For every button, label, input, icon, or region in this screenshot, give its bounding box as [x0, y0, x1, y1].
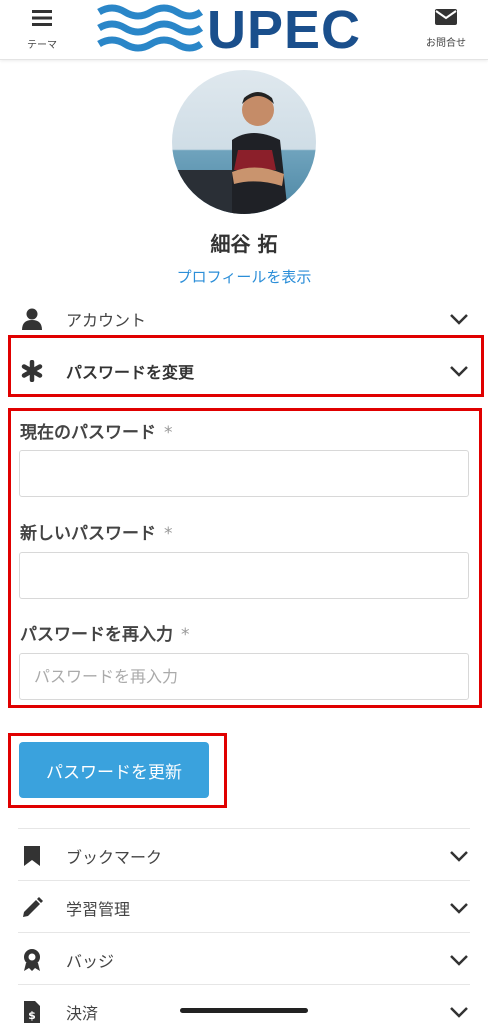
- user-icon: [18, 305, 46, 333]
- account-section-label: アカウント: [66, 311, 147, 330]
- theme-menu-button[interactable]: テーマ: [12, 8, 72, 51]
- bookmark-section-label: ブックマーク: [66, 848, 163, 867]
- badge-section-header[interactable]: バッジ: [18, 938, 470, 982]
- avatar[interactable]: [172, 70, 316, 214]
- payment-section-header[interactable]: $ 決済: [18, 990, 470, 1024]
- chevron-down-icon: [448, 949, 470, 971]
- wave-logo-icon: [97, 4, 203, 52]
- new-password-label: 新しいパスワード *: [20, 524, 173, 544]
- pencil-icon: [18, 894, 46, 922]
- asterisk-icon: [18, 357, 46, 385]
- invoice-dollar-icon: $: [18, 998, 46, 1024]
- home-indicator[interactable]: [180, 1008, 308, 1013]
- hamburger-menu-icon: [32, 10, 52, 26]
- new-password-input[interactable]: [19, 552, 469, 599]
- theme-menu-label: テーマ: [27, 40, 57, 51]
- badge-section-label: バッジ: [66, 952, 115, 971]
- chevron-down-icon: [448, 360, 470, 382]
- contact-button[interactable]: お問合せ: [416, 8, 476, 49]
- required-mark: *: [181, 625, 190, 645]
- bookmark-section-header[interactable]: ブックマーク: [18, 834, 470, 878]
- upec-logo[interactable]: UPEC: [97, 0, 387, 60]
- change-password-section-header[interactable]: パスワードを変更: [18, 349, 470, 393]
- view-profile-link[interactable]: プロフィールを表示: [0, 266, 488, 287]
- bookmark-icon: [18, 842, 46, 870]
- chevron-down-icon: [448, 845, 470, 867]
- required-mark: *: [164, 423, 173, 443]
- avatar-photo: [172, 70, 316, 214]
- svg-text:$: $: [28, 1009, 36, 1022]
- logo-wordmark: UPEC: [207, 0, 362, 60]
- learning-section-header[interactable]: 学習管理: [18, 886, 470, 930]
- divider: [18, 984, 470, 985]
- divider: [18, 932, 470, 933]
- required-mark: *: [164, 524, 173, 544]
- user-name: 細谷 拓: [210, 232, 278, 256]
- change-password-section-label: パスワードを変更: [66, 363, 195, 382]
- chevron-down-icon: [448, 308, 470, 330]
- chevron-down-icon: [448, 1001, 470, 1023]
- divider: [18, 880, 470, 881]
- envelope-icon: [435, 9, 457, 25]
- current-password-input[interactable]: [19, 450, 469, 497]
- chevron-down-icon: [448, 897, 470, 919]
- update-password-button[interactable]: パスワードを更新: [19, 742, 209, 798]
- current-password-label: 現在のパスワード *: [20, 423, 173, 443]
- reenter-password-label: パスワードを再入力 *: [20, 625, 190, 645]
- reenter-password-input[interactable]: [19, 653, 469, 700]
- divider: [18, 828, 470, 829]
- contact-label: お問合せ: [426, 38, 466, 49]
- award-badge-icon: [18, 946, 46, 974]
- learning-section-label: 学習管理: [66, 900, 131, 919]
- app-header: テーマ UPEC お問合せ: [0, 0, 488, 60]
